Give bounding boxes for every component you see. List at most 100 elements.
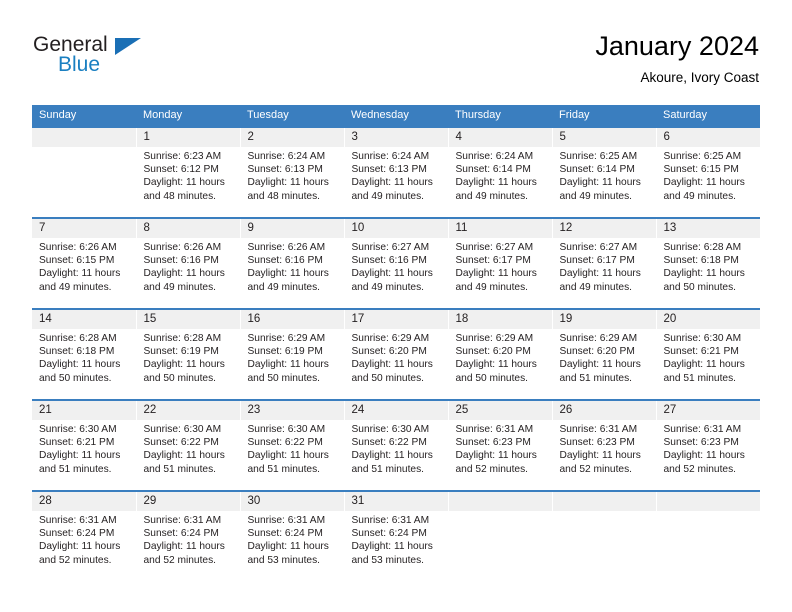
day-cell-inner: 8 Sunrise: 6:26 AM Sunset: 6:16 PM Daylight… [136,219,240,308]
day-number: 17 [344,310,448,329]
day-number: 18 [448,310,552,329]
sunrise-text: Sunrise: 6:27 AM [351,242,430,253]
day-details: Sunrise: 6:31 AM Sunset: 6:23 PM Daylight:… [657,420,761,476]
day-number: 16 [240,310,344,329]
calendar-day-cell[interactable]: 24 Sunrise: 6:30 AM Sunset: 6:22 PM Dayligh… [344,399,449,491]
sunset-text: Sunset: 6:18 PM [663,255,739,267]
calendar-week-row: 28 Sunrise: 6:31 AM Sunset: 6:24 PM Dayligh… [32,490,760,581]
title-block: January 2024 Akoure, Ivory Coast [595,30,759,88]
daylight-text: Daylight: 11 hours and 53 minutes. [351,541,433,566]
calendar-day-cell[interactable]: 12 Sunrise: 6:27 AM Sunset: 6:17 PM Dayligh… [552,217,657,309]
calendar-day-cell[interactable]: 23 Sunrise: 6:30 AM Sunset: 6:22 PM Dayligh… [240,399,345,491]
daylight-text: Daylight: 11 hours and 49 minutes. [559,268,641,293]
brand-name-bottom: Blue [58,53,101,76]
sunset-text: Sunset: 6:19 PM [143,346,219,358]
sunrise-text: Sunrise: 6:26 AM [247,242,326,253]
day-number: 24 [344,401,448,420]
sunset-text: Sunset: 6:24 PM [351,528,427,540]
calendar-day-cell[interactable]: 1 Sunrise: 6:23 AM Sunset: 6:12 PM Daylight… [136,126,241,218]
weekday-header-tuesday: Tuesday [240,105,344,127]
day-cell-inner: 5 Sunrise: 6:25 AM Sunset: 6:14 PM Daylight… [552,128,656,217]
day-cell-inner: 24 Sunrise: 6:30 AM Sunset: 6:22 PM Dayligh… [344,401,448,490]
sunset-text: Sunset: 6:23 PM [455,437,531,449]
calendar-week-row: 7 Sunrise: 6:26 AM Sunset: 6:15 PM Daylight… [32,217,760,309]
day-details: Sunrise: 6:30 AM Sunset: 6:21 PM Daylight:… [32,420,136,476]
calendar-day-cell[interactable]: 15 Sunrise: 6:28 AM Sunset: 6:19 PM Dayligh… [136,308,241,400]
day-details: Sunrise: 6:26 AM Sunset: 6:15 PM Daylight:… [32,238,136,294]
day-number: 26 [552,401,656,420]
calendar-day-cell[interactable]: 31 Sunrise: 6:31 AM Sunset: 6:24 PM Dayligh… [344,490,449,581]
day-number: 19 [552,310,656,329]
sunset-text: Sunset: 6:14 PM [559,164,635,176]
sunset-text: Sunset: 6:12 PM [143,164,219,176]
sunrise-text: Sunrise: 6:28 AM [39,333,117,344]
calendar-day-cell[interactable]: 14 Sunrise: 6:28 AM Sunset: 6:18 PM Dayligh… [32,308,137,400]
calendar-day-cell[interactable]: 3 Sunrise: 6:24 AM Sunset: 6:13 PM Daylight… [344,126,449,218]
daylight-text: Daylight: 11 hours and 52 minutes. [39,541,121,566]
sunrise-text: Sunrise: 6:24 AM [247,151,326,162]
sunset-text: Sunset: 6:22 PM [143,437,219,449]
daylight-text: Daylight: 11 hours and 49 minutes. [455,268,537,293]
sunset-text: Sunset: 6:17 PM [455,255,531,267]
calendar-day-cell[interactable]: 21 Sunrise: 6:30 AM Sunset: 6:21 PM Dayligh… [32,399,137,491]
day-number: 7 [32,219,136,238]
calendar-day-cell[interactable]: 26 Sunrise: 6:31 AM Sunset: 6:23 PM Dayligh… [552,399,657,491]
calendar-day-cell[interactable]: 2 Sunrise: 6:24 AM Sunset: 6:13 PM Daylight… [240,126,345,218]
daylight-text: Daylight: 11 hours and 49 minutes. [143,268,225,293]
day-details: Sunrise: 6:28 AM Sunset: 6:19 PM Daylight:… [137,329,240,385]
calendar-day-cell[interactable]: 27 Sunrise: 6:31 AM Sunset: 6:23 PM Dayligh… [656,399,761,491]
weekday-header-monday: Monday [136,105,240,127]
brand-logo[interactable]: General Blue [33,34,233,90]
day-details: Sunrise: 6:30 AM Sunset: 6:22 PM Daylight:… [345,420,448,476]
calendar-day-cell[interactable]: 22 Sunrise: 6:30 AM Sunset: 6:22 PM Dayligh… [136,399,241,491]
calendar-day-cell[interactable]: 13 Sunrise: 6:28 AM Sunset: 6:18 PM Dayligh… [656,217,760,309]
calendar-day-cell[interactable]: 20 Sunrise: 6:30 AM Sunset: 6:21 PM Dayligh… [656,308,760,400]
daylight-text: Daylight: 11 hours and 50 minutes. [247,359,329,384]
calendar-day-cell[interactable]: 16 Sunrise: 6:29 AM Sunset: 6:19 PM Dayligh… [240,308,345,400]
calendar-day-cell[interactable]: 17 Sunrise: 6:29 AM Sunset: 6:20 PM Dayligh… [344,308,449,400]
day-number: 22 [136,401,240,420]
calendar-page: General Blue January 2024 Akoure, Ivory … [0,0,792,612]
day-number: 25 [448,401,552,420]
calendar-day-cell[interactable]: 28 Sunrise: 6:31 AM Sunset: 6:24 PM Dayligh… [32,490,137,581]
day-details: Sunrise: 6:30 AM Sunset: 6:22 PM Daylight:… [137,420,240,476]
day-cell-inner [552,492,656,581]
calendar-day-cell[interactable]: 11 Sunrise: 6:27 AM Sunset: 6:17 PM Dayligh… [448,217,553,309]
daylight-text: Daylight: 11 hours and 52 minutes. [559,450,641,475]
calendar-day-cell[interactable]: 5 Sunrise: 6:25 AM Sunset: 6:14 PM Daylight… [552,126,657,218]
daylight-text: Daylight: 11 hours and 48 minutes. [143,177,225,202]
daylight-text: Daylight: 11 hours and 52 minutes. [143,541,225,566]
daylight-text: Daylight: 11 hours and 49 minutes. [663,177,745,202]
day-details: Sunrise: 6:24 AM Sunset: 6:13 PM Daylight:… [241,147,344,203]
calendar-day-cell[interactable]: 30 Sunrise: 6:31 AM Sunset: 6:24 PM Dayligh… [240,490,345,581]
daylight-text: Daylight: 11 hours and 51 minutes. [39,450,121,475]
day-details: Sunrise: 6:29 AM Sunset: 6:20 PM Daylight:… [449,329,552,385]
calendar-day-cell[interactable]: 19 Sunrise: 6:29 AM Sunset: 6:20 PM Dayligh… [552,308,657,400]
sunset-text: Sunset: 6:20 PM [455,346,531,358]
sunset-text: Sunset: 6:21 PM [39,437,115,449]
daylight-text: Daylight: 11 hours and 51 minutes. [143,450,225,475]
sunrise-text: Sunrise: 6:25 AM [559,151,638,162]
day-details [449,511,552,514]
day-details: Sunrise: 6:23 AM Sunset: 6:12 PM Daylight:… [137,147,240,203]
calendar-day-cell[interactable]: 9 Sunrise: 6:26 AM Sunset: 6:16 PM Daylight… [240,217,345,309]
calendar-day-cell[interactable]: 6 Sunrise: 6:25 AM Sunset: 6:15 PM Daylight… [656,126,760,218]
daylight-text: Daylight: 11 hours and 50 minutes. [39,359,121,384]
calendar-day-cell[interactable]: 4 Sunrise: 6:24 AM Sunset: 6:14 PM Daylight… [448,126,553,218]
daylight-text: Daylight: 11 hours and 50 minutes. [351,359,433,384]
sunset-text: Sunset: 6:13 PM [247,164,323,176]
day-details: Sunrise: 6:27 AM Sunset: 6:17 PM Daylight:… [553,238,656,294]
calendar-day-cell[interactable]: 18 Sunrise: 6:29 AM Sunset: 6:20 PM Dayligh… [448,308,553,400]
calendar-day-cell[interactable]: 7 Sunrise: 6:26 AM Sunset: 6:15 PM Daylight… [32,217,137,309]
calendar-day-cell[interactable]: 29 Sunrise: 6:31 AM Sunset: 6:24 PM Dayligh… [136,490,241,581]
sunrise-text: Sunrise: 6:28 AM [143,333,222,344]
sunrise-text: Sunrise: 6:25 AM [663,151,742,162]
day-cell-inner: 11 Sunrise: 6:27 AM Sunset: 6:17 PM Dayligh… [448,219,552,308]
calendar-day-cell[interactable]: 8 Sunrise: 6:26 AM Sunset: 6:16 PM Daylight… [136,217,241,309]
daylight-text: Daylight: 11 hours and 51 minutes. [559,359,641,384]
day-details: Sunrise: 6:29 AM Sunset: 6:19 PM Daylight:… [241,329,344,385]
daylight-text: Daylight: 11 hours and 49 minutes. [351,268,433,293]
sunset-text: Sunset: 6:15 PM [39,255,115,267]
calendar-day-cell[interactable]: 10 Sunrise: 6:27 AM Sunset: 6:16 PM Dayligh… [344,217,449,309]
calendar-day-cell[interactable]: 25 Sunrise: 6:31 AM Sunset: 6:23 PM Dayligh… [448,399,553,491]
